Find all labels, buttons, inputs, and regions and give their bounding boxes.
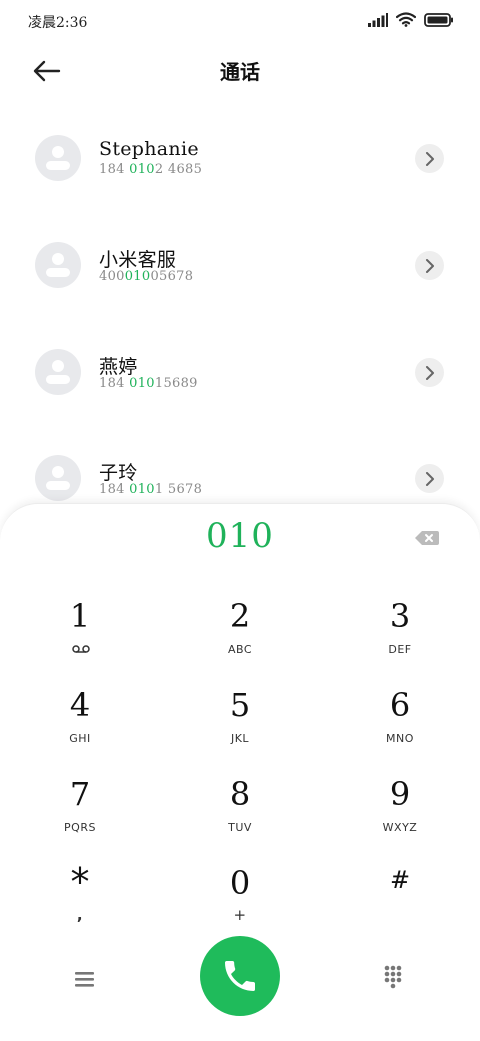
key-letters: DEF: [388, 643, 412, 656]
contact-name: Stephanie: [99, 138, 199, 160]
key-letters: WXYZ: [382, 821, 418, 834]
contact-detail-button[interactable]: [415, 358, 444, 387]
key-digit: #: [389, 866, 411, 894]
battery-icon: [424, 12, 453, 27]
dialer-panel: 010 1 2 ABC 3 DEF 4 GHI 5 JKL 6 MNO 7 PQ…: [0, 503, 480, 1041]
person-icon: [46, 146, 70, 170]
signal-icon: [368, 12, 388, 27]
match-highlight: 010: [129, 482, 155, 497]
key-0[interactable]: 0 +: [180, 856, 300, 940]
wifi-icon: [396, 12, 416, 27]
dialed-number-display[interactable]: 010: [0, 516, 480, 556]
avatar: [35, 242, 81, 288]
chevron-right-icon: [425, 365, 434, 380]
dialer-action-bar: [0, 934, 480, 1024]
key-digit: 3: [389, 597, 411, 635]
key-3[interactable]: 3 DEF: [340, 589, 460, 673]
status-time: 凌晨2:36: [28, 15, 88, 31]
voicemail-icon: [72, 645, 90, 653]
avatar: [35, 349, 81, 395]
contact-number: 184 01015689: [99, 376, 198, 391]
status-bar: 凌晨2:36: [0, 0, 480, 44]
keypad-toggle-button[interactable]: [383, 964, 409, 994]
key-letters: MNO: [386, 732, 414, 745]
key-digit: *: [70, 860, 90, 904]
key-8[interactable]: 8 TUV: [180, 767, 300, 851]
contact-detail-button[interactable]: [415, 251, 444, 280]
person-icon: [46, 253, 70, 277]
match-highlight: 010: [129, 162, 155, 177]
key-digit: 1: [69, 597, 91, 635]
contact-number: 40001005678: [99, 269, 194, 284]
key-5[interactable]: 5 JKL: [180, 678, 300, 762]
chevron-right-icon: [425, 258, 434, 273]
key-1[interactable]: 1: [20, 589, 140, 673]
key-digit: 6: [389, 686, 411, 724]
status-icons: [368, 12, 454, 27]
key-hash[interactable]: #: [340, 856, 460, 940]
keypad-icon: [384, 965, 402, 989]
key-star[interactable]: * ,: [20, 856, 140, 940]
key-letters: PQRS: [64, 821, 96, 834]
contact-number: 184 0101 5678: [99, 482, 203, 497]
contact-item-xiaomi-service[interactable]: 小米客服 40001005678: [0, 211, 480, 311]
key-letters: +: [233, 906, 247, 924]
key-digit: 4: [69, 686, 91, 724]
phone-icon: [225, 961, 255, 991]
avatar: [35, 455, 81, 501]
header: 通话: [0, 44, 480, 96]
chevron-right-icon: [425, 471, 434, 486]
key-7[interactable]: 7 PQRS: [20, 767, 140, 851]
key-digit: 9: [389, 775, 411, 813]
contact-detail-button[interactable]: [415, 464, 444, 493]
key-letters: GHI: [69, 732, 91, 745]
key-digit: 2: [229, 597, 251, 635]
key-digit: 5: [229, 686, 251, 724]
avatar: [35, 135, 81, 181]
key-9[interactable]: 9 WXYZ: [340, 767, 460, 851]
key-6[interactable]: 6 MNO: [340, 678, 460, 762]
key-4[interactable]: 4 GHI: [20, 678, 140, 762]
contact-number: 184 0102 4685: [99, 162, 203, 177]
backspace-icon: [415, 531, 439, 545]
match-highlight: 010: [124, 269, 151, 284]
key-2[interactable]: 2 ABC: [180, 589, 300, 673]
contact-name: 子玲: [99, 462, 138, 484]
match-highlight: 010: [129, 376, 155, 391]
key-letters: TUV: [228, 821, 252, 834]
contact-item-stephanie[interactable]: Stephanie 184 0102 4685: [0, 104, 480, 204]
chevron-right-icon: [425, 151, 434, 166]
key-letters: ABC: [227, 643, 253, 656]
menu-icon: [75, 972, 94, 987]
key-letters: JKL: [230, 732, 250, 745]
page-title: 通话: [220, 60, 260, 84]
contact-detail-button[interactable]: [415, 144, 444, 173]
key-digit: 7: [69, 775, 91, 813]
backspace-button[interactable]: [414, 528, 440, 548]
key-letters: ,: [76, 906, 84, 924]
menu-button[interactable]: [68, 964, 102, 994]
person-icon: [46, 466, 70, 490]
contact-name: 燕婷: [99, 356, 138, 378]
person-icon: [46, 360, 70, 384]
contact-item-yanting[interactable]: 燕婷 184 01015689: [0, 318, 480, 418]
contact-name: 小米客服: [99, 249, 177, 271]
call-button[interactable]: [200, 936, 280, 1016]
key-digit: 8: [229, 775, 251, 813]
key-digit: 0: [229, 864, 251, 902]
